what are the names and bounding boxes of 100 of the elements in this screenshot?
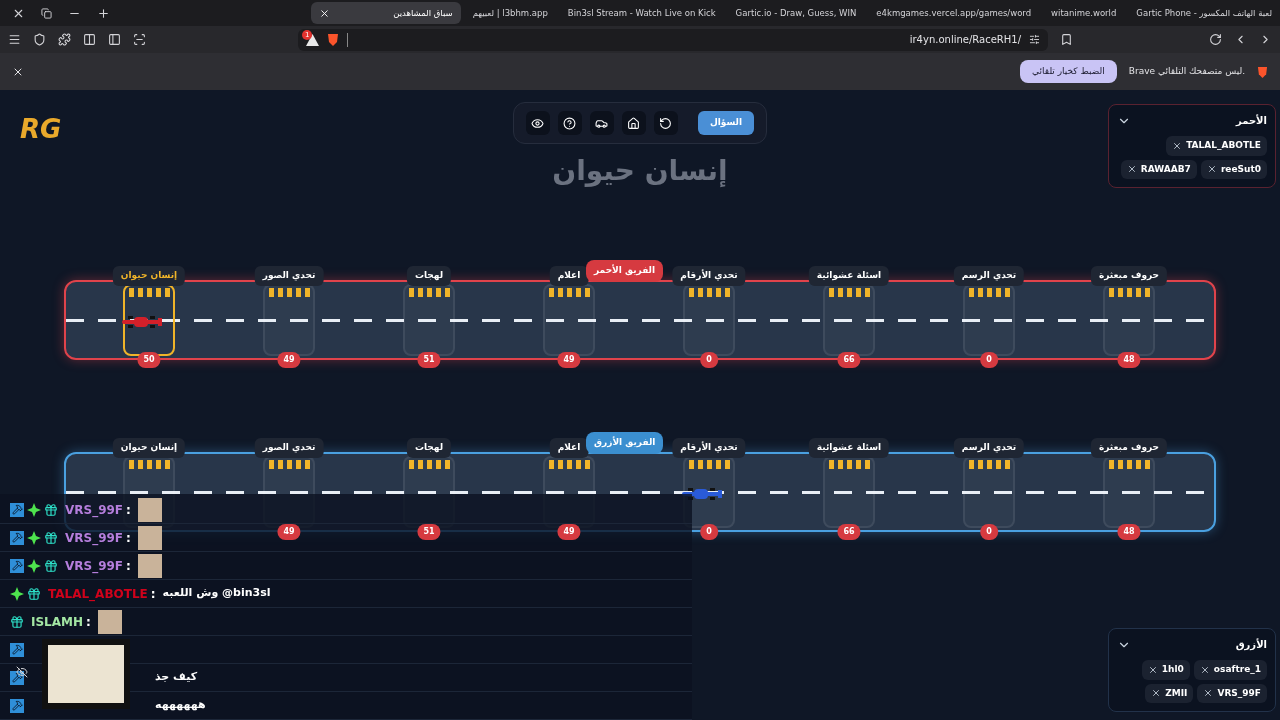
remove-icon[interactable] <box>1151 688 1162 699</box>
player-chip: osaftre_1 <box>1193 660 1267 680</box>
remove-icon[interactable] <box>1126 164 1137 175</box>
player-chip: 1hl0 <box>1141 660 1190 680</box>
bookmark-icon[interactable] <box>1060 33 1073 46</box>
eye-icon <box>531 116 545 130</box>
station-label: اسئلة عشوائية <box>808 266 890 286</box>
sparkle-badge-icon <box>27 530 41 545</box>
browser-tab[interactable]: لعبة الهاتف المكسور - Gartic Phone <box>1128 2 1280 24</box>
toolbar-icon-button[interactable] <box>653 111 678 135</box>
toolbar-icon-button[interactable] <box>557 111 582 135</box>
browser-tab[interactable]: Gartic.io - Draw, Guess, WIN <box>727 2 865 24</box>
emote-image <box>137 497 162 522</box>
help-icon <box>563 116 577 130</box>
emote-image <box>137 525 162 550</box>
remove-icon[interactable] <box>1206 164 1217 175</box>
tabs-icon[interactable] <box>83 33 96 46</box>
remove-icon[interactable] <box>1203 688 1214 699</box>
station-label: تحدي الرسم <box>953 438 1025 458</box>
browser-tab[interactable]: e4kmgames.vercel.app/games/word <box>868 2 1040 24</box>
emote-image <box>137 553 162 578</box>
reload-icon[interactable] <box>1209 33 1222 46</box>
hammer-badge-icon <box>10 502 24 517</box>
score-badge: 0 <box>980 524 998 540</box>
remove-icon[interactable] <box>1147 664 1158 675</box>
team-title: الأزرق <box>1235 637 1267 652</box>
sparkle-badge-icon <box>10 586 24 601</box>
browser-tab[interactable]: witanime.world <box>1043 2 1125 24</box>
remove-icon[interactable] <box>1199 664 1210 675</box>
site-settings-icon[interactable] <box>1029 34 1040 45</box>
chat-separator: : <box>86 613 91 631</box>
station-label: تحدي الرسم <box>953 266 1025 286</box>
emote-image <box>97 609 122 634</box>
gift-badge-icon <box>10 614 24 629</box>
station-label: لهجات <box>406 438 452 458</box>
race-car-icon <box>120 316 164 328</box>
toolbar-icon-button[interactable] <box>621 111 646 135</box>
set-default-button[interactable]: الضبط كخيار تلقائي <box>1020 59 1117 84</box>
sparkle-badge-icon <box>27 558 41 573</box>
player-chip: RAWAAB7 <box>1120 159 1197 179</box>
chat-separator: : <box>126 501 131 519</box>
team-label: الفريق الأزرق <box>586 432 664 454</box>
screenshot-icon[interactable] <box>133 33 146 46</box>
chat-username: VRS_99F <box>65 529 124 547</box>
gift-badge-icon <box>44 530 58 545</box>
restore-icon[interactable] <box>41 7 52 19</box>
score-badge: 0 <box>700 352 718 368</box>
browser-tab[interactable]: l3bhm.app | لعبيهم <box>464 2 556 24</box>
station-label: حروف مبعثرة <box>1090 438 1168 458</box>
station-label: لهجات <box>406 266 452 286</box>
new-tab-icon[interactable] <box>97 6 110 20</box>
triangle-icon[interactable] <box>306 33 319 46</box>
url-text: ir4yn.online/RaceRH1/ <box>909 33 1021 47</box>
score-badge: 49 <box>277 524 301 540</box>
score-badge: 48 <box>1117 524 1141 540</box>
score-badge: 49 <box>277 352 301 368</box>
chat-message: كيف جذ <box>155 669 198 686</box>
hammer-badge-icon <box>10 642 24 657</box>
close-tab-icon[interactable] <box>318 7 330 19</box>
browser-tab[interactable]: سباق المشاهدين <box>310 2 461 24</box>
player-chip: TALAL_ABOTLE <box>1166 136 1267 156</box>
remove-icon[interactable] <box>1172 140 1183 151</box>
station-label: تحدي الأرقام <box>672 438 746 458</box>
toolbar-icon-button[interactable] <box>525 111 550 135</box>
lion-shield-icon[interactable] <box>327 33 339 46</box>
player-chip: VRS_99F <box>1197 683 1267 703</box>
hammer-badge-icon <box>10 698 24 713</box>
team-title: الأحمر <box>1236 113 1267 128</box>
team-label: الفريق الأحمر <box>586 260 664 282</box>
chat-separator: : <box>126 529 131 547</box>
undo-icon <box>659 116 673 130</box>
score-badge: 49 <box>557 524 581 540</box>
score-badge: 0 <box>980 352 998 368</box>
station-label: تحدي الصور <box>254 438 324 458</box>
shield-icon[interactable] <box>33 33 46 46</box>
chat-username: VRS_99F <box>65 557 124 575</box>
player-chip: reeSut0 <box>1200 159 1267 179</box>
chat-username: ISLAMH <box>31 613 84 631</box>
chat-separator: : <box>126 557 131 575</box>
puzzle-icon[interactable] <box>58 33 71 46</box>
station-label: إنسان حيوان <box>112 438 186 458</box>
chat-separator: : <box>150 585 156 603</box>
chat-message: وش اللعبه @bin3sl <box>162 585 271 602</box>
score-badge: 66 <box>837 352 861 368</box>
station-label: اعلام <box>549 438 589 458</box>
browser-tab[interactable]: Bin3sl Stream - Watch Live on Kick <box>559 2 724 24</box>
gift-badge-icon <box>44 558 58 573</box>
station-label: تحدي الأرقام <box>672 266 746 286</box>
toolbar-icon-button[interactable] <box>589 111 614 135</box>
gift-badge-icon <box>44 502 58 517</box>
hammer-badge-icon <box>10 558 24 573</box>
default-browser-message: Brave ليس متصفحك التلقائي. <box>1128 64 1245 78</box>
player-chip: ZMII <box>1145 683 1194 703</box>
menu-icon[interactable] <box>8 33 21 46</box>
chat-message: ههههههه <box>155 697 206 714</box>
score-badge: 50 <box>137 352 161 368</box>
chat-username: TALAL_ABOTLE <box>48 585 148 603</box>
game-logo: RG <box>20 113 62 146</box>
sidebar-icon[interactable] <box>108 33 121 46</box>
hidden-icon[interactable] <box>16 666 28 678</box>
